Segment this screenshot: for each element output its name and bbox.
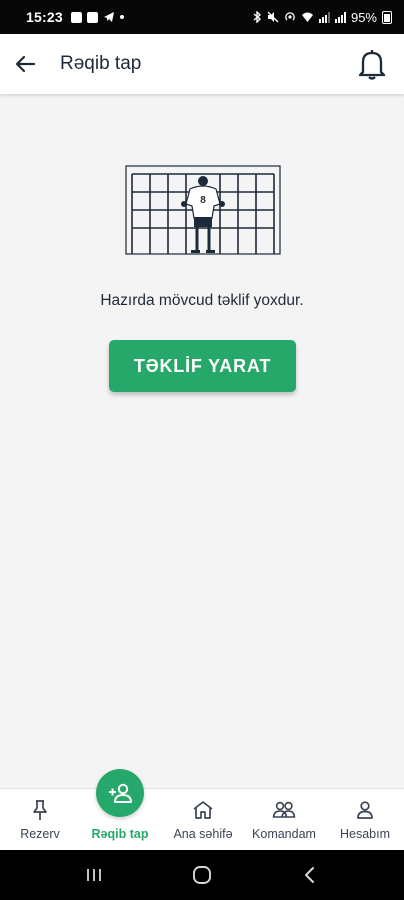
add-person-icon — [109, 783, 132, 803]
status-time: 15:23 — [26, 9, 63, 25]
nav-item-hesabim[interactable]: Hesabım — [334, 789, 396, 851]
nav-item-komandam[interactable]: Komandam — [246, 789, 322, 851]
add-person-fab[interactable] — [96, 769, 144, 817]
telegram-icon — [103, 12, 114, 22]
status-right: 95% — [253, 10, 392, 25]
status-bar: 15:23 95% — [0, 0, 404, 34]
wifi-icon — [301, 12, 313, 22]
signal-icon-1 — [318, 11, 330, 23]
goalkeeper-illustration: 8 — [125, 165, 281, 255]
system-nav-bar — [0, 850, 404, 900]
signal-icon-2 — [334, 11, 346, 23]
more-notifications-icon — [119, 15, 124, 19]
back-button[interactable] — [2, 41, 48, 87]
nav-label-rezerv: Rezerv — [20, 827, 60, 841]
nav-label-ana-sehife: Ana səhifə — [173, 827, 233, 841]
nav-item-reqib-tap[interactable]: Rəqib tap — [86, 769, 154, 851]
gallery-notification-icon — [70, 11, 82, 23]
bluetooth-icon — [253, 11, 262, 23]
nav-label-hesabim: Hesabım — [339, 827, 391, 841]
main-content: 8 Hazırda mövcud təklif yoxdur. TƏKLİF Y… — [0, 94, 404, 788]
home-button[interactable] — [182, 860, 222, 890]
team-icon — [272, 799, 296, 821]
arrow-left-icon — [15, 55, 36, 73]
app-notification-icon — [86, 11, 98, 23]
recent-apps-button[interactable] — [74, 860, 114, 890]
battery-percent: 95% — [350, 9, 377, 25]
home-icon — [192, 799, 214, 821]
create-offer-button[interactable]: TƏKLİF YARAT — [109, 340, 296, 392]
app-bar: Rəqib tap — [0, 34, 404, 94]
hotspot-icon — [285, 12, 295, 21]
bottom-nav: Rezerv Rəqib tap Ana səhifə Komandam Hes… — [0, 769, 404, 851]
jersey-number: 8 — [200, 195, 206, 206]
notifications-button[interactable] — [352, 44, 392, 84]
bell-icon — [358, 50, 386, 80]
nav-item-rezerv[interactable]: Rezerv — [8, 789, 72, 851]
nav-label-reqib-tap: Rəqib tap — [91, 827, 149, 841]
mute-icon — [267, 11, 279, 23]
notification-icons — [70, 11, 124, 23]
recent-apps-icon — [87, 869, 101, 881]
battery-icon — [382, 10, 392, 24]
chevron-left-icon — [305, 867, 314, 883]
system-back-button[interactable] — [290, 860, 330, 890]
nav-item-ana-sehife[interactable]: Ana səhifə — [164, 789, 242, 851]
nav-label-komandam: Komandam — [252, 827, 316, 841]
person-icon — [356, 799, 374, 821]
empty-state-message: Hazırda mövcud təklif yoxdur. — [100, 292, 304, 309]
home-circle-icon — [193, 866, 211, 884]
pin-icon — [31, 799, 49, 821]
page-title: Rəqib tap — [60, 53, 142, 74]
